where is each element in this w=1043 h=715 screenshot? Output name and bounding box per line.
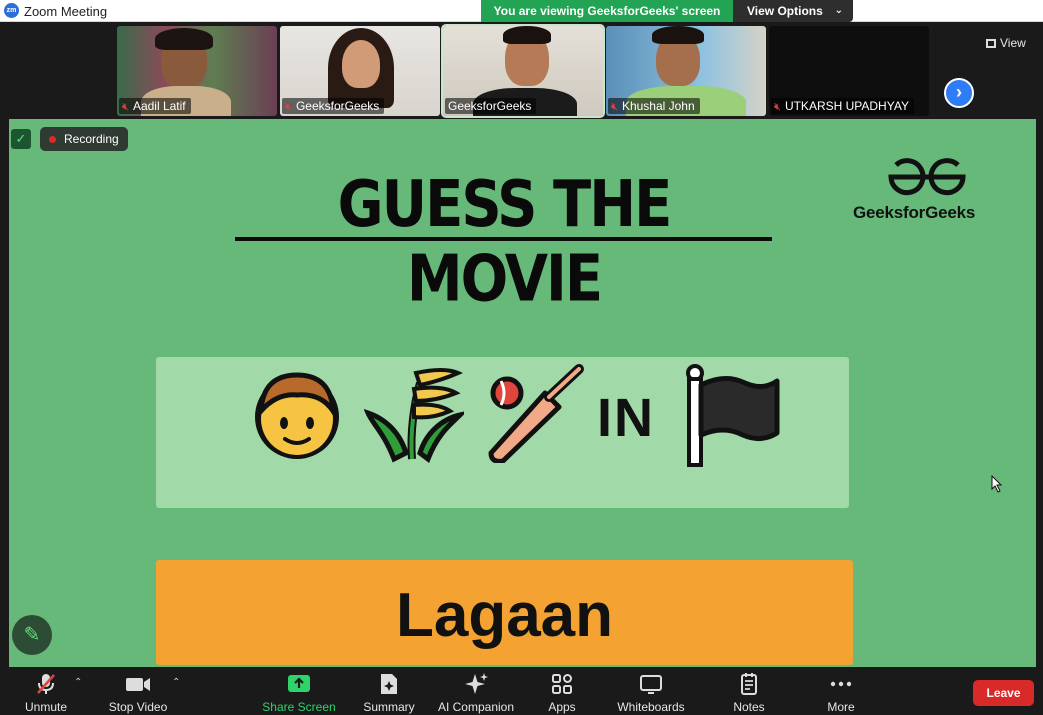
video-camera-icon [126, 678, 150, 691]
viewing-screen-banner: You are viewing GeeksforGeeks' screen [481, 0, 733, 22]
share-screen-icon [288, 675, 310, 692]
mic-muted-icon: 🔇︎ [285, 101, 292, 113]
shared-screen: ✓ Recording GUESS THE MOVIE GeeksforGeek… [9, 119, 1036, 667]
brand-name: GeeksforGeeks [853, 203, 976, 222]
mic-muted-icon: 🔇︎ [611, 101, 618, 113]
view-options-button[interactable]: View Options ⌄ [733, 0, 853, 22]
participant-tile[interactable]: 🔇︎ UTKARSH UPADHYAY [769, 26, 929, 116]
share-screen-label: Share Screen [262, 700, 336, 714]
participant-name-tag: 🔇︎ Khushal John [608, 98, 700, 114]
apps-label: Apps [548, 700, 576, 714]
ai-companion-button[interactable]: AI Companion [435, 672, 517, 714]
meeting-toolbar: Unmute ⌃ Stop Video ⌃ Share Screen Summa… [0, 667, 1043, 715]
zoom-logo-icon: zm [4, 3, 19, 18]
black-flag-icon [686, 364, 780, 467]
headline-underline [235, 237, 772, 241]
summary-label: Summary [363, 700, 415, 714]
mouse-cursor-icon [991, 475, 1003, 493]
stop-video-button[interactable]: Stop Video [106, 672, 170, 714]
participant-name: Khushal John [621, 99, 695, 113]
participant-name-tag: 🔇︎ Aadil Latif [119, 98, 191, 114]
next-participants-button[interactable]: › [944, 78, 974, 108]
whiteboards-button[interactable]: Whiteboards [614, 672, 688, 714]
mic-muted-icon: 🔇︎ [774, 101, 781, 113]
title-bar: zm Zoom Meeting You are viewing Geeksfor… [0, 0, 1043, 22]
view-label: View [1000, 36, 1026, 50]
whiteboard-icon [640, 675, 662, 694]
window-title: Zoom Meeting [24, 4, 108, 19]
participant-hair [155, 28, 213, 50]
participant-name-tag: 🔇︎ UTKARSH UPADHYAY [771, 98, 914, 114]
annotate-pen-button[interactable]: ✎ [12, 615, 52, 655]
pencil-icon: ✎ [23, 624, 41, 646]
chevron-down-icon: ⌄ [834, 5, 843, 16]
clue-word: IN [597, 388, 655, 448]
sparkle-icon [465, 673, 488, 694]
participant-name-tag: GeeksforGeeks [445, 98, 537, 114]
apps-button[interactable]: Apps [543, 672, 581, 714]
participant-face [342, 40, 380, 88]
participant-name: GeeksforGeeks [448, 99, 532, 113]
recording-indicator[interactable]: Recording [40, 127, 128, 151]
shield-check-icon[interactable]: ✓ [11, 129, 31, 149]
participant-strip: 🔇︎ Aadil Latif 🔇︎ GeeksforGeeks GeeksforGe… [0, 22, 1043, 118]
participant-name: UTKARSH UPADHYAY [784, 99, 909, 113]
participant-name-tag: 🔇︎ GeeksforGeeks [282, 98, 385, 114]
summary-document-icon [381, 674, 397, 694]
mic-muted-icon [37, 674, 55, 694]
participant-tile[interactable]: 🔇︎ GeeksforGeeks [280, 26, 440, 116]
unmute-button[interactable]: Unmute [20, 672, 72, 714]
answer-box: Lagaan [156, 560, 853, 665]
notes-button[interactable]: Notes [728, 672, 770, 714]
chevron-right-icon: › [956, 82, 962, 102]
participant-hair [503, 26, 551, 44]
leave-button[interactable]: Leave [973, 680, 1034, 706]
participant-tile[interactable]: 🔇︎ Aadil Latif [117, 26, 277, 116]
unmute-label: Unmute [24, 700, 68, 714]
grid-view-icon [986, 39, 996, 48]
geeksforgeeks-logo-icon [888, 158, 966, 196]
audio-options-caret[interactable]: ⌃ [74, 677, 82, 688]
apps-grid-icon [552, 674, 572, 694]
whiteboards-label: Whiteboards [617, 700, 685, 714]
mic-muted-icon: 🔇︎ [122, 101, 129, 113]
slide-headline: GUESS THE MOVIE [337, 167, 673, 317]
view-layout-button[interactable]: View [986, 36, 1026, 50]
notes-label: Notes [733, 700, 765, 714]
answer-text: Lagaan [395, 581, 614, 650]
participant-tile-active[interactable]: GeeksforGeeks [441, 24, 605, 118]
participant-name: Aadil Latif [132, 99, 186, 113]
boy-face-icon [255, 372, 339, 459]
wheat-crop-icon [364, 368, 464, 463]
participant-hair [652, 26, 704, 44]
more-button[interactable]: More [822, 672, 860, 714]
participant-name: GeeksforGeeks [295, 99, 380, 113]
cricket-bat-ball-icon [488, 364, 584, 463]
video-options-caret[interactable]: ⌃ [172, 677, 180, 688]
participant-tile[interactable]: 🔇︎ Khushal John [606, 26, 766, 116]
more-label: More [827, 700, 855, 714]
share-screen-button[interactable]: Share Screen [262, 672, 336, 714]
view-options-label: View Options [747, 4, 823, 18]
more-dots-icon [830, 681, 852, 687]
notes-icon [741, 673, 757, 695]
ai-companion-label: AI Companion [437, 700, 515, 714]
summary-button[interactable]: Summary [360, 672, 418, 714]
stop-video-label: Stop Video [108, 700, 168, 714]
